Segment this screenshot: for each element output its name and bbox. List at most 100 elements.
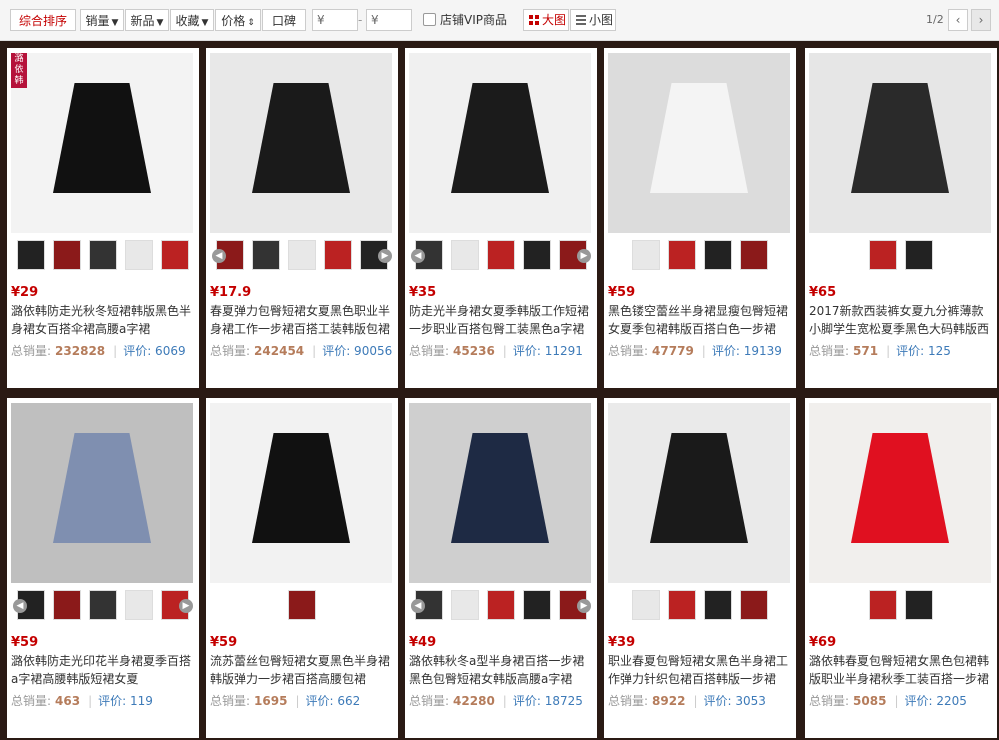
product-image[interactable]: [11, 403, 193, 583]
product-thumbnail[interactable]: [487, 240, 515, 270]
product-price: ¥35: [409, 285, 437, 300]
product-title-link[interactable]: 潞依韩春夏包臀短裙女黑色包裙韩版职业半身裙秋季工装百搭一步裙: [809, 652, 993, 688]
product-card[interactable]: ◀ ▶ ¥17.9 春夏弹力包臀短裙女夏黑色职业半身裙工作一步裙百搭工装韩版包裙 总销量…: [206, 48, 398, 388]
view-small-button[interactable]: 小图: [570, 9, 616, 31]
review-count-link[interactable]: 评价: 90056: [322, 344, 392, 358]
product-thumbnail[interactable]: [905, 240, 933, 270]
sort-price-button[interactable]: 价格 ⇕: [215, 9, 261, 31]
product-image[interactable]: [809, 53, 991, 233]
sort-sales-button[interactable]: 销量 ▼: [80, 9, 124, 31]
product-image[interactable]: [210, 53, 392, 233]
product-thumbnail[interactable]: [125, 240, 153, 270]
view-large-button[interactable]: 大图: [523, 9, 569, 31]
product-thumbnail[interactable]: [89, 240, 117, 270]
product-image[interactable]: [210, 403, 392, 583]
product-thumbnail[interactable]: [451, 590, 479, 620]
product-title-link[interactable]: 潞依韩防走光秋冬短裙韩版黑色半身裙女百搭伞裙高腰a字裙: [11, 302, 195, 338]
product-image[interactable]: [608, 403, 790, 583]
thumbnail-prev-icon[interactable]: ◀: [212, 249, 226, 263]
product-thumbnail[interactable]: [869, 590, 897, 620]
product-card[interactable]: ¥69 潞依韩春夏包臀短裙女黑色包裙韩版职业半身裙秋季工装百搭一步裙 总销量: 508…: [805, 398, 997, 738]
product-title-link[interactable]: 春夏弹力包臀短裙女夏黑色职业半身裙工作一步裙百搭工装韩版包裙: [210, 302, 394, 338]
product-thumbnail[interactable]: [161, 240, 189, 270]
product-title-link[interactable]: 防走光半身裙女夏季韩版工作短裙一步职业百搭包臀工装黑色a字裙: [409, 302, 593, 338]
product-thumbnail[interactable]: [632, 590, 660, 620]
product-thumbnail[interactable]: [487, 590, 515, 620]
product-card[interactable]: ¥59 流苏蕾丝包臀短裙女夏黑色半身裙韩版弹力一步裙百搭高腰包裙 总销量: 1695 |…: [206, 398, 398, 738]
product-image[interactable]: [409, 53, 591, 233]
thumbnail-next-icon[interactable]: ▶: [378, 249, 392, 263]
thumbnail-prev-icon[interactable]: ◀: [411, 599, 425, 613]
product-thumbnail[interactable]: [905, 590, 933, 620]
thumbnail-next-icon[interactable]: ▶: [577, 599, 591, 613]
product-thumbnail[interactable]: [288, 240, 316, 270]
product-image[interactable]: [608, 53, 790, 233]
product-thumbnail[interactable]: [704, 590, 732, 620]
product-thumbnail[interactable]: [125, 590, 153, 620]
product-thumbnail[interactable]: [252, 240, 280, 270]
review-count-link[interactable]: 评价: 119: [98, 694, 153, 708]
review-count-link[interactable]: 评价: 18725: [513, 694, 583, 708]
sort-default-label: 综合排序: [18, 14, 67, 28]
product-title-link[interactable]: 潞依韩秋冬a型半身裙百搭一步裙黑色包臀短裙女韩版高腰a字裙: [409, 652, 593, 688]
product-title-link[interactable]: 流苏蕾丝包臀短裙女夏黑色半身裙韩版弹力一步裙百搭高腰包裙: [210, 652, 394, 688]
review-count-link[interactable]: 评价: 2205: [905, 694, 967, 708]
review-count-link[interactable]: 评价: 6069: [123, 344, 185, 358]
product-thumbnail[interactable]: [89, 590, 117, 620]
sort-fav-button[interactable]: 收藏 ▼: [170, 9, 214, 31]
product-title-link[interactable]: 黑色镂空蕾丝半身裙显瘦包臀短裙女夏季包裙韩版百搭白色一步裙: [608, 302, 792, 338]
product-thumbnail[interactable]: [324, 240, 352, 270]
thumbnail-prev-icon[interactable]: ◀: [411, 249, 425, 263]
price-min-input[interactable]: ¥: [312, 9, 358, 31]
product-title-link[interactable]: 2017新款西装裤女夏九分裤薄款小脚学生宽松夏季黑色大码韩版西: [809, 302, 993, 338]
product-thumbnail[interactable]: [53, 240, 81, 270]
product-image[interactable]: 潞依韩: [11, 53, 193, 233]
thumbnail-strip: [805, 590, 997, 622]
product-card[interactable]: ◀ ▶ ¥59 潞依韩防走光印花半身裙夏季百搭a字裙高腰韩版短裙女夏 总销量: 463 | 评…: [7, 398, 199, 738]
product-thumbnail[interactable]: [704, 240, 732, 270]
product-card[interactable]: ¥59 黑色镂空蕾丝半身裙显瘦包臀短裙女夏季包裙韩版百搭白色一步裙 总销量: 4777…: [604, 48, 796, 388]
review-count-link[interactable]: 评价: 3053: [704, 694, 766, 708]
next-page-button[interactable]: ›: [971, 9, 991, 31]
product-image[interactable]: [809, 403, 991, 583]
thumbnail-next-icon[interactable]: ▶: [577, 249, 591, 263]
vip-filter-checkbox[interactable]: 店铺VIP商品: [423, 9, 507, 31]
product-image[interactable]: [409, 403, 591, 583]
review-count-link[interactable]: 评价: 19139: [712, 344, 782, 358]
sales-count: 242454: [254, 344, 305, 358]
product-thumbnail[interactable]: [451, 240, 479, 270]
sort-default-button[interactable]: 综合排序: [10, 9, 76, 31]
product-thumbnail[interactable]: [632, 240, 660, 270]
product-garment-shape: [451, 83, 549, 193]
review-count-link[interactable]: 评价: 11291: [513, 344, 583, 358]
review-count-link[interactable]: 评价: 125: [896, 344, 951, 358]
product-card[interactable]: ¥65 2017新款西装裤女夏九分裤薄款小脚学生宽松夏季黑色大码韩版西 总销量: 57…: [805, 48, 997, 388]
thumbnail-next-icon[interactable]: ▶: [179, 599, 193, 613]
product-thumbnail[interactable]: [869, 240, 897, 270]
product-thumbnail[interactable]: [740, 240, 768, 270]
sort-new-button[interactable]: 新品 ▼: [125, 9, 169, 31]
view-small-label: 小图: [589, 13, 614, 27]
product-card[interactable]: ¥39 职业春夏包臀短裙女黑色半身裙工作弹力针织包裙百搭韩版一步裙 总销量: 8922…: [604, 398, 796, 738]
sort-reputation-button[interactable]: 口碑: [262, 9, 306, 31]
prev-page-button[interactable]: ‹: [948, 9, 968, 31]
price-max-input[interactable]: ¥: [366, 9, 412, 31]
review-count-link[interactable]: 评价: 662: [306, 694, 361, 708]
product-title-link[interactable]: 潞依韩防走光印花半身裙夏季百搭a字裙高腰韩版短裙女夏: [11, 652, 195, 688]
product-thumbnail[interactable]: [523, 240, 551, 270]
product-thumbnail[interactable]: [668, 590, 696, 620]
product-card[interactable]: ◀ ▶ ¥35 防走光半身裙女夏季韩版工作短裙一步职业百搭包臀工装黑色a字裙 总销量: 4…: [405, 48, 597, 388]
product-thumbnail[interactable]: [53, 590, 81, 620]
product-card[interactable]: 潞依韩 ¥29 潞依韩防走光秋冬短裙韩版黑色半身裙女百搭伞裙高腰a字裙 总销量: 232…: [7, 48, 199, 388]
product-title-link[interactable]: 职业春夏包臀短裙女黑色半身裙工作弹力针织包裙百搭韩版一步裙: [608, 652, 792, 688]
product-thumbnail[interactable]: [17, 240, 45, 270]
product-thumbnail[interactable]: [668, 240, 696, 270]
product-card[interactable]: ◀ ▶ ¥49 潞依韩秋冬a型半身裙百搭一步裙黑色包臀短裙女韩版高腰a字裙 总销量: 42…: [405, 398, 597, 738]
product-thumbnail[interactable]: [288, 590, 316, 620]
stats-divider: |: [113, 344, 118, 358]
thumbnail-strip: [604, 590, 796, 622]
product-thumbnail[interactable]: [740, 590, 768, 620]
thumbnail-prev-icon[interactable]: ◀: [13, 599, 27, 613]
product-thumbnail[interactable]: [523, 590, 551, 620]
sales-count: 571: [853, 344, 879, 358]
